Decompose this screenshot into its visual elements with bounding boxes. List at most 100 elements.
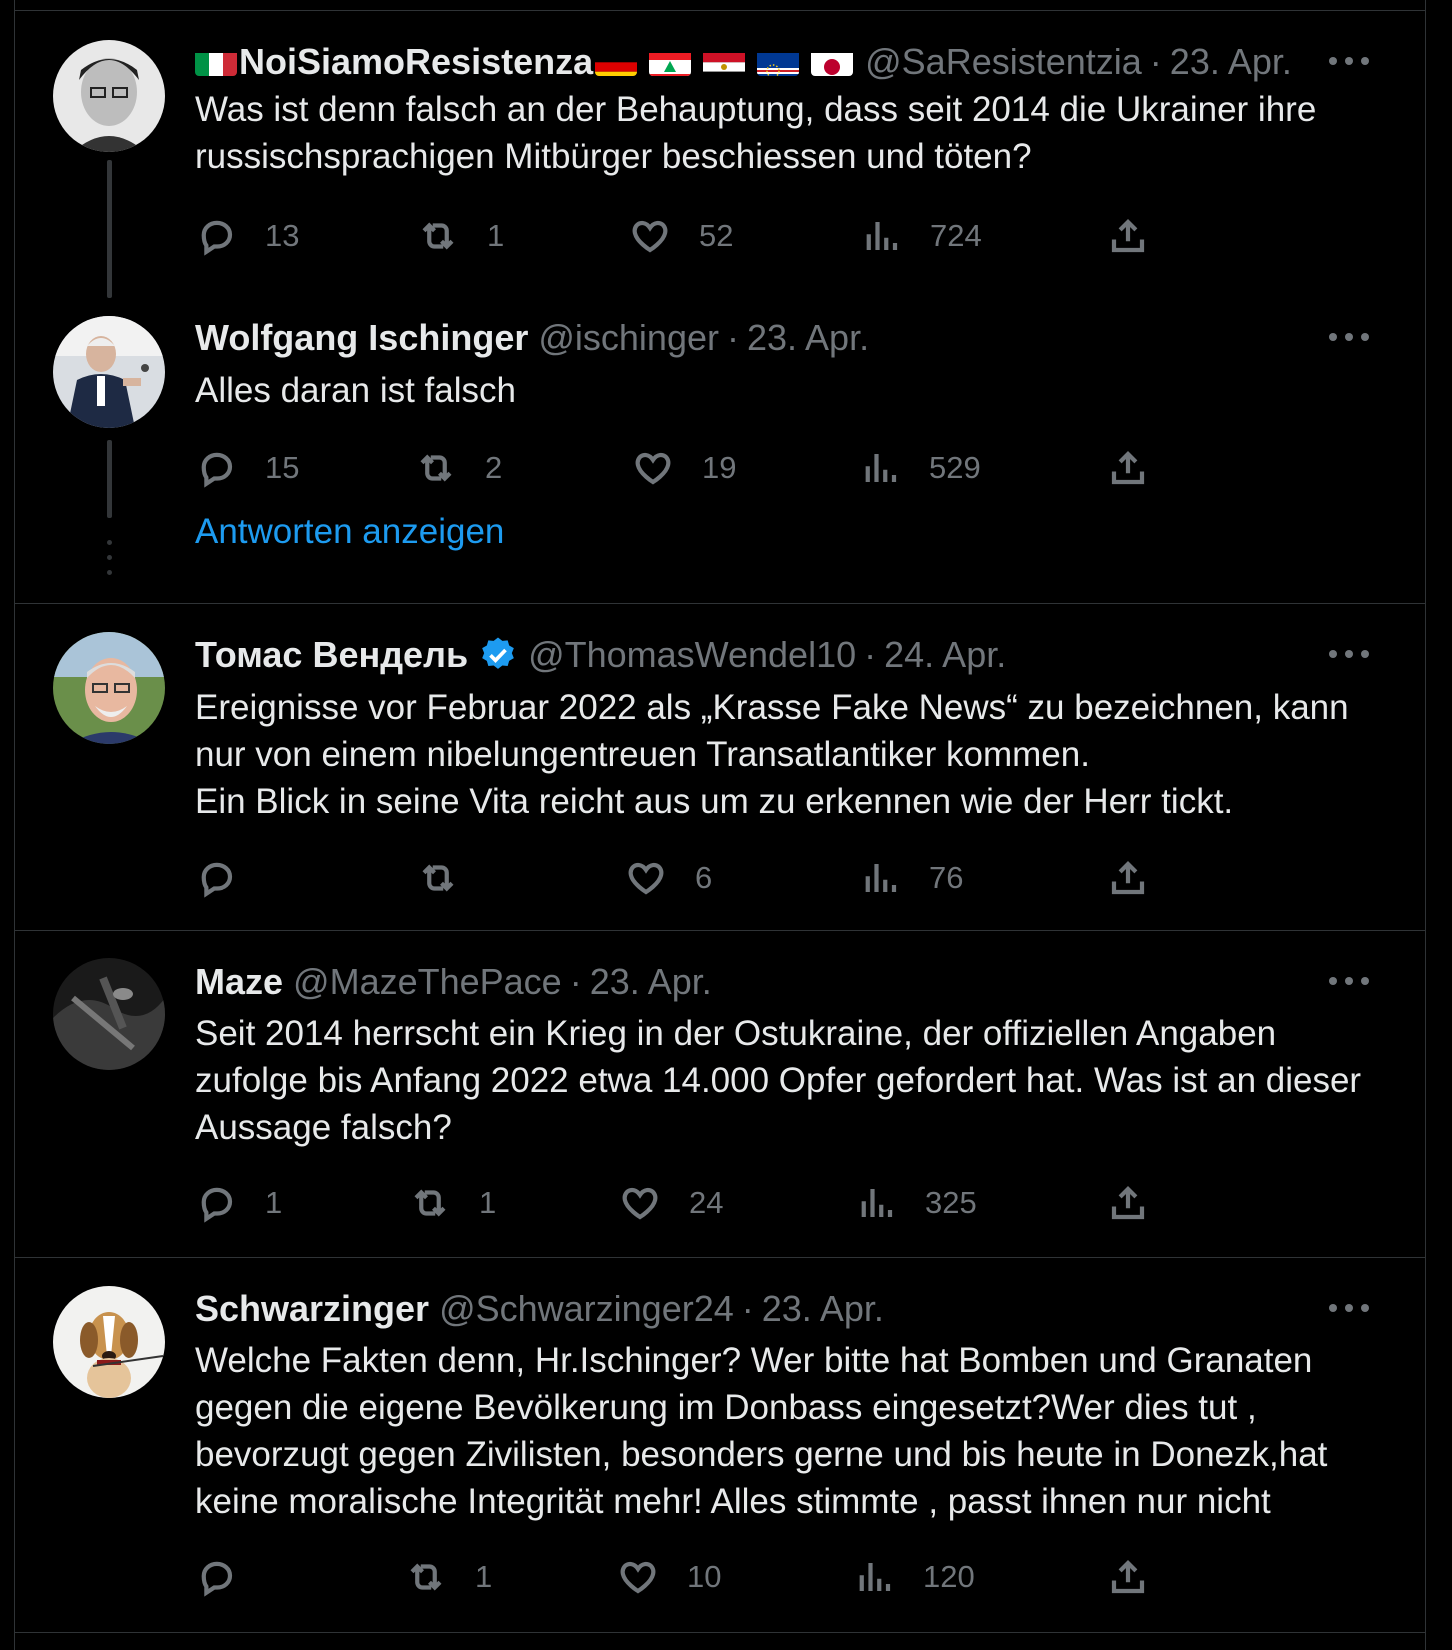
views-button[interactable]: 76 [859, 853, 963, 903]
view-count: 76 [929, 860, 964, 895]
retweet-count: 1 [475, 1559, 493, 1594]
retweet-button[interactable]: 1 [405, 1552, 492, 1602]
share-icon [1111, 1560, 1145, 1594]
timestamp[interactable]: 23. Apr. [762, 1288, 884, 1330]
tweet-text-line: Welche Fakten denn, Hr.Ischinger? Wer bi… [195, 1341, 1328, 1521]
display-name[interactable]: Maze [195, 961, 283, 1003]
retweet-icon [414, 1189, 446, 1217]
share-button[interactable] [1107, 1552, 1177, 1602]
germany-flag [595, 48, 638, 76]
heart-icon [620, 1561, 656, 1594]
like-count: 52 [699, 218, 734, 253]
views-button[interactable]: 325 [855, 1178, 977, 1228]
like-button[interactable]: 52 [629, 211, 733, 261]
tweet-header: NoiSiamoResistenza @SaResistentzia · 23.… [195, 40, 1292, 84]
like-button[interactable]: 19 [632, 443, 736, 493]
reply-button[interactable]: 1 [195, 1178, 282, 1228]
share-icon [1111, 1186, 1145, 1220]
cape-verde-flag [757, 48, 800, 76]
egypt-flag [703, 48, 746, 76]
reply-button[interactable]: 15 [195, 443, 299, 493]
top-divider [15, 10, 1425, 11]
reply-button[interactable]: 13 [195, 211, 299, 261]
handle[interactable]: @MazeThePace [293, 961, 562, 1003]
avatar[interactable] [53, 316, 165, 428]
timeline: NoiSiamoResistenza @SaResistentzia · 23.… [14, 0, 1426, 1650]
views-button[interactable]: 529 [859, 443, 981, 493]
like-count: 6 [695, 860, 713, 895]
thread-ellipsis [107, 540, 112, 585]
timestamp[interactable]: 23. Apr. [590, 961, 712, 1003]
retweet-icon [422, 222, 454, 250]
display-name[interactable]: Томас Вендель [195, 634, 468, 676]
view-count: 724 [930, 218, 982, 253]
tweet-text: Was ist denn falsch an der Behauptung, d… [195, 86, 1395, 180]
retweet-button[interactable]: 2 [415, 443, 502, 493]
like-button[interactable]: 6 [625, 853, 712, 903]
views-icon [865, 454, 897, 482]
separator-dot: · [864, 634, 877, 675]
share-button[interactable] [1107, 853, 1177, 903]
like-count: 24 [689, 1185, 724, 1220]
handle[interactable]: @Schwarzinger24 [439, 1288, 734, 1330]
retweet-icon [410, 1563, 442, 1591]
tweet-text: Alles daran ist falsch [195, 367, 1395, 414]
handle[interactable]: @ischinger [538, 317, 719, 359]
reply-button[interactable] [195, 853, 265, 903]
tweet-divider [15, 1632, 1425, 1633]
reply-count: 15 [265, 450, 300, 485]
reply-icon [201, 220, 233, 256]
views-button[interactable]: 724 [860, 211, 982, 261]
italy-flag [195, 48, 237, 76]
retweet-button[interactable]: 1 [417, 211, 504, 261]
more-options-icon[interactable] [1329, 650, 1369, 660]
show-replies-link[interactable]: Antworten anzeigen [195, 512, 504, 552]
tweet-text-line: Alles daran ist falsch [195, 371, 516, 410]
retweet-button[interactable] [417, 853, 487, 903]
tweet-text: Ereignisse vor Februar 2022 als „Krasse … [195, 684, 1395, 825]
display-name[interactable]: Wolfgang Ischinger [195, 317, 528, 359]
like-button[interactable]: 24 [619, 1178, 723, 1228]
more-options-icon[interactable] [1329, 977, 1369, 987]
timestamp[interactable]: 24. Apr. [884, 634, 1006, 676]
timestamp[interactable]: 23. Apr. [747, 317, 869, 359]
reply-button[interactable] [195, 1552, 265, 1602]
avatar[interactable] [53, 958, 165, 1070]
views-icon [865, 864, 897, 892]
separator-dot: · [1149, 41, 1162, 82]
like-button[interactable]: 10 [617, 1552, 721, 1602]
avatar[interactable] [53, 1286, 165, 1398]
heart-icon [628, 862, 664, 895]
handle[interactable]: @SaResistentzia [865, 41, 1142, 83]
lebanon-flag [649, 48, 692, 76]
views-button[interactable]: 120 [853, 1552, 975, 1602]
reply-icon [201, 452, 233, 488]
japan-flag [811, 48, 854, 76]
like-count: 19 [702, 450, 737, 485]
display-name[interactable]: Schwarzinger [195, 1288, 429, 1330]
view-count: 529 [929, 450, 981, 485]
reply-icon [201, 862, 233, 898]
reply-icon [201, 1561, 233, 1597]
like-count: 10 [687, 1559, 722, 1594]
reply-count: 13 [265, 218, 300, 253]
share-button[interactable] [1107, 211, 1177, 261]
more-options-icon[interactable] [1329, 1304, 1369, 1314]
handle[interactable]: @ThomasWendel10 [528, 634, 856, 676]
timestamp[interactable]: 23. Apr. [1170, 41, 1292, 83]
share-icon [1111, 861, 1145, 895]
avatar[interactable] [53, 632, 165, 744]
retweet-button[interactable]: 1 [409, 1178, 496, 1228]
share-button[interactable] [1107, 1178, 1177, 1228]
avatar[interactable] [53, 40, 165, 152]
tweet-actions: 1 1 24 325 [195, 1178, 1195, 1228]
tweet-text: Seit 2014 herrscht ein Krieg in der Ostu… [195, 1010, 1395, 1151]
separator-dot: · [726, 317, 739, 358]
more-options-icon[interactable] [1329, 333, 1369, 343]
share-button[interactable] [1107, 443, 1177, 493]
share-icon [1111, 219, 1145, 253]
thread-line [107, 440, 112, 518]
more-options-icon[interactable] [1329, 57, 1369, 67]
retweet-count: 1 [479, 1185, 497, 1220]
display-name[interactable]: NoiSiamoResistenza [239, 41, 593, 83]
